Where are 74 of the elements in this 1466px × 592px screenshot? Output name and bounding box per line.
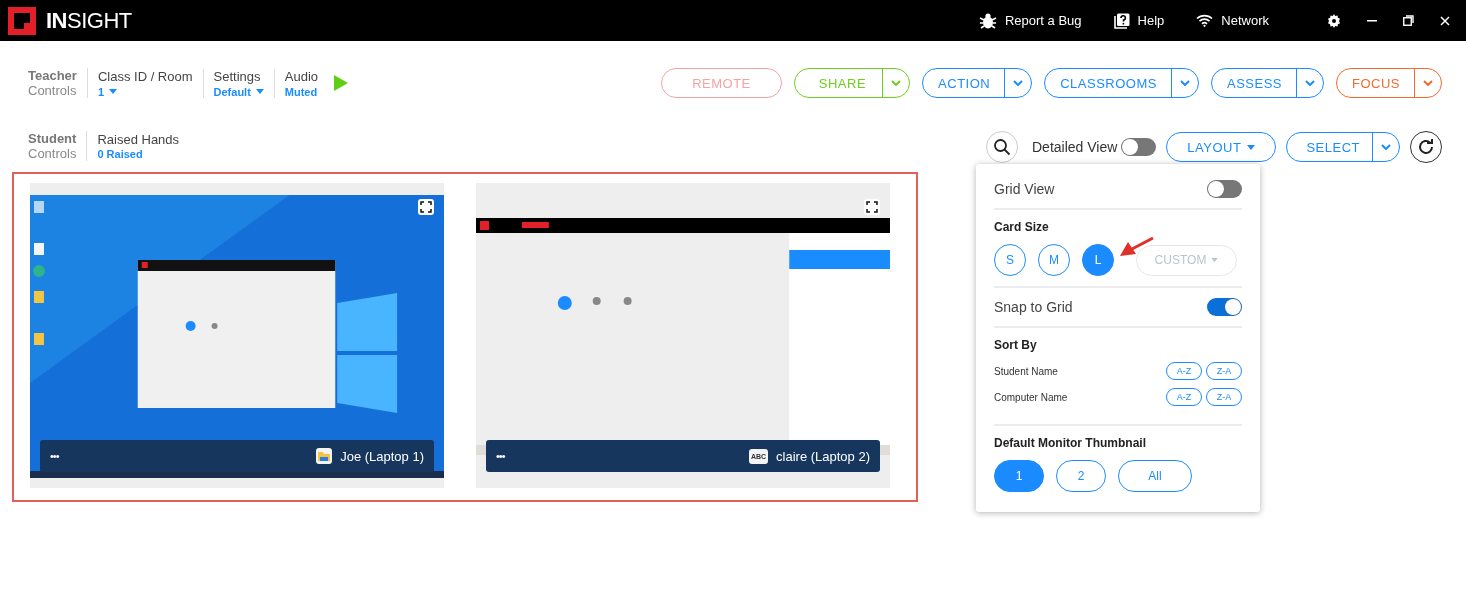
titlebar-menu-item[interactable]: Help bbox=[1113, 12, 1165, 29]
restore-icon[interactable] bbox=[1403, 15, 1414, 26]
sort-option[interactable]: A-Z bbox=[1166, 388, 1202, 406]
action-button[interactable]: SHARE bbox=[793, 68, 911, 98]
sort-option[interactable]: Z-A bbox=[1206, 388, 1242, 406]
grid-view-toggle[interactable] bbox=[1207, 180, 1242, 198]
section-heading: Sort By bbox=[994, 338, 1038, 352]
sort-option[interactable]: Z-A bbox=[1206, 362, 1242, 380]
control-value: 0 Raised bbox=[97, 148, 143, 160]
sort-option[interactable]: A-Z bbox=[1166, 362, 1202, 380]
control-value-dropdown[interactable]: 1 bbox=[97, 85, 118, 98]
chevron-down-icon[interactable] bbox=[1381, 144, 1391, 150]
minimize-icon[interactable] bbox=[1367, 19, 1377, 22]
student-name: claire (Laptop 2) bbox=[776, 448, 870, 464]
logo-icon bbox=[8, 6, 36, 35]
card-size-option[interactable]: S bbox=[994, 244, 1026, 276]
action-button[interactable]: FOCUS bbox=[1336, 68, 1442, 98]
close-icon[interactable] bbox=[1440, 15, 1450, 26]
select-button[interactable]: SELECT bbox=[1286, 132, 1400, 162]
chevron-down-icon[interactable] bbox=[1179, 80, 1190, 86]
more-button[interactable]: ••• bbox=[496, 450, 505, 462]
monitor-option[interactable]: 2 bbox=[1056, 460, 1106, 492]
refresh-button[interactable] bbox=[1410, 131, 1442, 163]
arrow-icon bbox=[1120, 236, 1154, 258]
chevron-down-icon[interactable] bbox=[1305, 80, 1315, 86]
section-subtitle: Controls bbox=[28, 83, 77, 98]
wifi-icon bbox=[1196, 14, 1214, 27]
section-title: Teacher bbox=[28, 68, 77, 83]
folder-icon bbox=[316, 448, 333, 464]
sort-label: Student Name bbox=[994, 365, 1058, 377]
chevron-down-icon[interactable] bbox=[1013, 80, 1024, 86]
refresh-icon bbox=[1417, 138, 1435, 156]
toggle-label: Detailed View bbox=[1032, 139, 1118, 155]
section-heading: Default Monitor Thumbnail bbox=[994, 436, 1147, 450]
search-button[interactable] bbox=[986, 131, 1018, 163]
more-button[interactable]: ••• bbox=[50, 450, 59, 462]
control-label: Raised Hands bbox=[97, 132, 180, 147]
monitor-option[interactable]: 1 bbox=[994, 460, 1044, 492]
action-button[interactable]: ACTION bbox=[922, 68, 1033, 98]
card-size-option[interactable]: L bbox=[1082, 244, 1114, 276]
help-icon bbox=[1113, 12, 1130, 29]
caret-icon bbox=[1247, 144, 1256, 150]
card-size-option[interactable]: M bbox=[1038, 244, 1070, 276]
section-title: Student bbox=[28, 131, 77, 146]
section-subtitle: Controls bbox=[28, 146, 77, 161]
sort-label: Computer Name bbox=[994, 391, 1068, 403]
control-label: Audio bbox=[284, 68, 319, 84]
control-value-dropdown[interactable]: Muted bbox=[284, 85, 318, 98]
fullscreen-icon[interactable] bbox=[418, 199, 434, 215]
option-label: Grid View bbox=[994, 181, 1055, 197]
chevron-down-icon[interactable] bbox=[1423, 80, 1433, 86]
bug-icon bbox=[978, 11, 997, 30]
control-label: Settings bbox=[213, 68, 261, 84]
action-button[interactable]: CLASSROOMS bbox=[1044, 68, 1199, 98]
caret-icon bbox=[255, 89, 264, 94]
titlebar-menu-item[interactable]: Network bbox=[1196, 13, 1269, 28]
snap-to-grid-toggle[interactable] bbox=[1207, 298, 1242, 316]
fullscreen-icon[interactable] bbox=[864, 199, 880, 215]
search-icon bbox=[993, 138, 1011, 156]
control-label: Class ID / Room bbox=[97, 68, 193, 84]
section-heading: Card Size bbox=[994, 220, 1050, 234]
option-label: Snap to Grid bbox=[994, 299, 1073, 315]
control-value-dropdown[interactable]: Default bbox=[213, 85, 264, 98]
action-button[interactable]: ASSESS bbox=[1210, 68, 1324, 98]
caret-icon bbox=[1211, 258, 1219, 262]
app-logo-text: INSIGHT bbox=[46, 7, 132, 34]
layout-dropdown-button[interactable]: LAYOUT bbox=[1166, 132, 1277, 162]
monitor-option[interactable]: All bbox=[1118, 460, 1192, 492]
detailed-view-toggle[interactable] bbox=[1121, 138, 1157, 156]
action-button[interactable]: REMOTE bbox=[661, 68, 782, 98]
student-name: Joe (Laptop 1) bbox=[340, 448, 424, 464]
titlebar-menu-item[interactable]: Report a Bug bbox=[978, 11, 1082, 30]
settings-icon[interactable] bbox=[1327, 13, 1341, 28]
caret-icon bbox=[109, 89, 118, 94]
